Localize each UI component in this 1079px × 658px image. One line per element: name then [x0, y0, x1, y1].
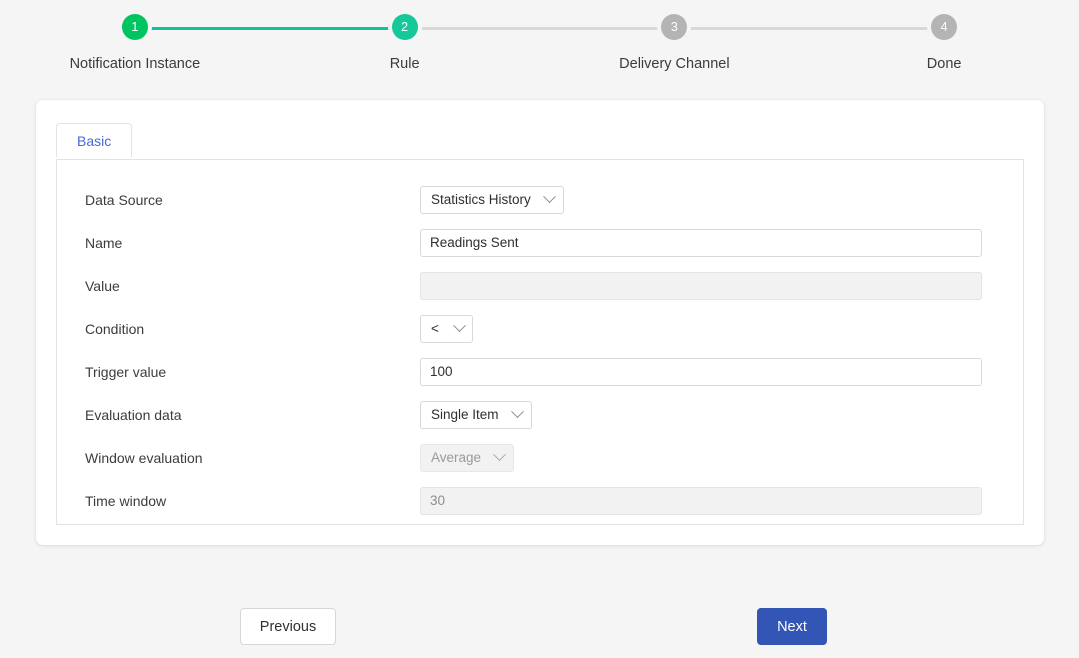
value-input: [420, 272, 982, 300]
control-evaluation-data: Single Item: [420, 401, 1023, 429]
previous-button[interactable]: Previous: [240, 608, 336, 645]
control-window-evaluation: Average: [420, 444, 1023, 472]
trigger-value-input[interactable]: 100: [420, 358, 982, 386]
time-window-input: 30: [420, 487, 982, 515]
trigger-value-input-value: 100: [430, 364, 453, 379]
step-number-3: 3: [671, 21, 678, 34]
step-bullet-4[interactable]: 4: [931, 14, 957, 40]
form-row-evaluation-data: Evaluation data Single Item: [57, 393, 1023, 436]
wizard-step-2[interactable]: 2 Rule: [270, 14, 540, 72]
window-evaluation-select: Average: [420, 444, 514, 472]
step-connector-3: [674, 27, 944, 30]
form-row-trigger-value: Trigger value 100: [57, 350, 1023, 393]
step-connector-2: [405, 27, 675, 30]
data-source-value: Statistics History: [431, 192, 531, 207]
name-input-value: Readings Sent: [430, 235, 519, 250]
control-value: [420, 272, 1023, 300]
label-condition: Condition: [85, 321, 420, 337]
step-label-1: Notification Instance: [70, 56, 201, 72]
label-data-source: Data Source: [85, 192, 420, 208]
chevron-down-icon: [543, 190, 556, 203]
tab-basic[interactable]: Basic: [56, 123, 132, 157]
wizard-step-1[interactable]: 1 Notification Instance: [0, 14, 270, 72]
chevron-down-icon: [493, 448, 506, 461]
evaluation-data-select[interactable]: Single Item: [420, 401, 532, 429]
condition-select[interactable]: <: [420, 315, 473, 343]
chevron-down-icon: [511, 405, 524, 418]
label-name: Name: [85, 235, 420, 251]
tab-panel-basic: Data Source Statistics History Name Read…: [56, 159, 1024, 525]
step-bullet-1[interactable]: 1: [122, 14, 148, 40]
control-time-window: 30: [420, 487, 1023, 515]
wizard-step-4[interactable]: 4 Done: [809, 14, 1079, 72]
form-row-condition: Condition <: [57, 307, 1023, 350]
step-bullet-3[interactable]: 3: [661, 14, 687, 40]
step-number-4: 4: [941, 21, 948, 34]
step-number-1: 1: [131, 21, 138, 34]
form-row-data-source: Data Source Statistics History: [57, 178, 1023, 221]
control-name: Readings Sent: [420, 229, 1023, 257]
label-window-evaluation: Window evaluation: [85, 450, 420, 466]
tab-bar: Basic: [56, 123, 132, 156]
name-input[interactable]: Readings Sent: [420, 229, 982, 257]
time-window-input-value: 30: [430, 493, 445, 508]
condition-value: <: [431, 321, 439, 336]
rule-card: Basic Data Source Statistics History Nam…: [36, 100, 1044, 545]
form-row-time-window: Time window 30: [57, 479, 1023, 522]
window-evaluation-value: Average: [431, 450, 481, 465]
control-data-source: Statistics History: [420, 186, 1023, 214]
step-connector-1: [135, 27, 405, 30]
label-value: Value: [85, 278, 420, 294]
control-trigger-value: 100: [420, 358, 1023, 386]
label-time-window: Time window: [85, 493, 420, 509]
data-source-select[interactable]: Statistics History: [420, 186, 564, 214]
label-evaluation-data: Evaluation data: [85, 407, 420, 423]
step-label-4: Done: [927, 56, 962, 72]
step-label-3: Delivery Channel: [619, 56, 729, 72]
wizard-step-3[interactable]: 3 Delivery Channel: [540, 14, 810, 72]
step-number-2: 2: [401, 21, 408, 34]
control-condition: <: [420, 315, 1023, 343]
form-row-window-evaluation: Window evaluation Average: [57, 436, 1023, 479]
evaluation-data-value: Single Item: [431, 407, 499, 422]
form-row-value: Value: [57, 264, 1023, 307]
wizard-stepper: 1 Notification Instance 2 Rule 3 Deliver…: [0, 0, 1079, 88]
form-row-name: Name Readings Sent: [57, 221, 1023, 264]
wizard-footer: Previous Next: [0, 608, 1079, 658]
label-trigger-value: Trigger value: [85, 364, 420, 380]
step-label-2: Rule: [390, 56, 420, 72]
step-bullet-2[interactable]: 2: [392, 14, 418, 40]
next-button[interactable]: Next: [757, 608, 827, 645]
chevron-down-icon: [453, 319, 466, 332]
